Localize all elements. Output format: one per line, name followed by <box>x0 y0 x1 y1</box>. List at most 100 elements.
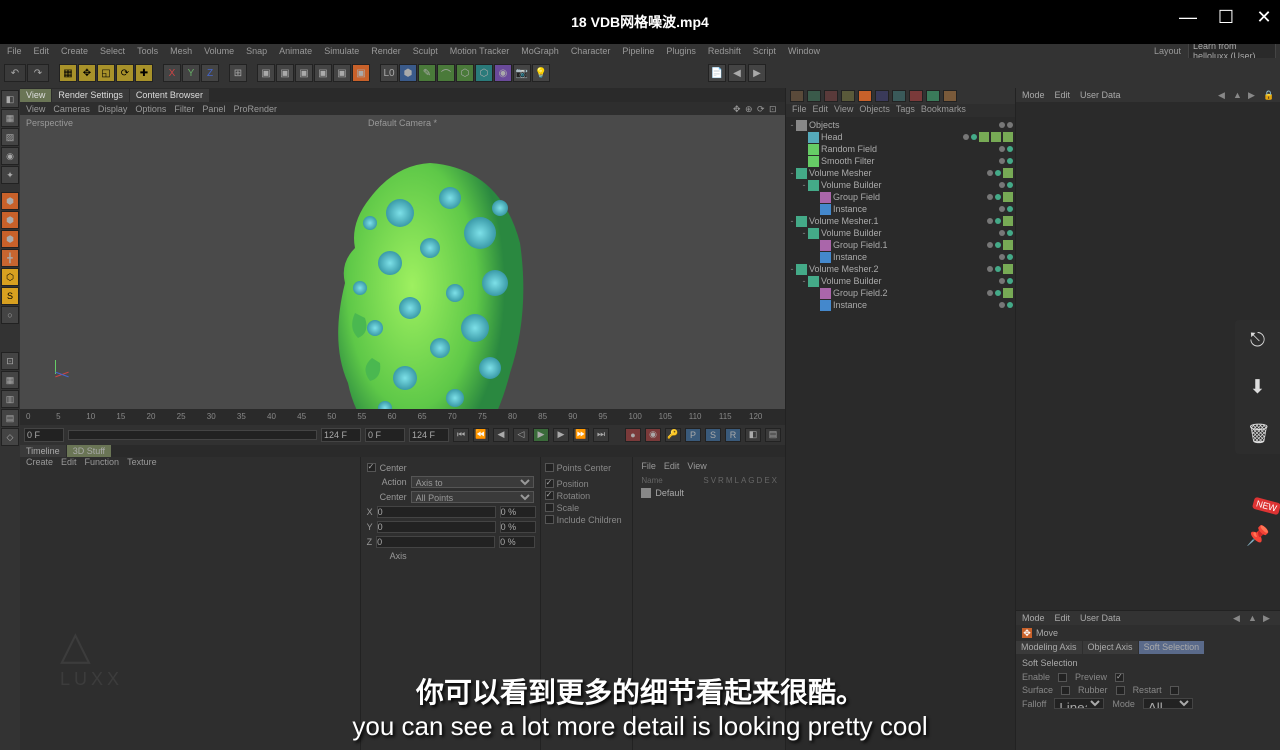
visibility-dot-icon[interactable] <box>995 290 1001 296</box>
object-mode-icon[interactable]: ◉ <box>1 147 19 165</box>
frame-start-input[interactable] <box>24 428 64 442</box>
object-name[interactable]: Volume Mesher <box>809 168 983 178</box>
menu-animate[interactable]: Animate <box>276 46 315 56</box>
scale-check[interactable] <box>545 503 554 512</box>
object-tag-icon[interactable] <box>991 132 1001 142</box>
render-active-icon[interactable]: ▣ <box>314 64 332 82</box>
timeline-ruler[interactable]: 0 5 10 15 20 25 30 35 40 45 50 55 60 65 … <box>20 409 785 425</box>
object-name[interactable]: Random Field <box>821 144 995 154</box>
z-pct[interactable] <box>499 536 535 548</box>
visibility-dot-icon[interactable] <box>999 182 1005 188</box>
play-forward-icon[interactable]: ▶ <box>533 428 549 442</box>
menu-volume[interactable]: Volume <box>201 46 237 56</box>
menu-simulate[interactable]: Simulate <box>321 46 362 56</box>
tree-toggle-icon[interactable]: - <box>800 276 808 286</box>
tree-row[interactable]: -Objects <box>788 119 1013 131</box>
object-name[interactable]: Volume Mesher.2 <box>809 264 983 274</box>
object-tag-icon[interactable] <box>1003 168 1013 178</box>
live-select-icon[interactable]: ▦ <box>59 64 77 82</box>
visibility-dot-icon[interactable] <box>1007 146 1013 152</box>
key-selection-icon[interactable]: 🔑 <box>665 428 681 442</box>
om-icon-4[interactable] <box>841 90 855 102</box>
axis-mode-icon[interactable]: ╋ <box>1 249 19 267</box>
om-icon-7[interactable] <box>892 90 906 102</box>
visibility-dot-icon[interactable] <box>1007 302 1013 308</box>
visibility-dot-icon[interactable] <box>987 194 993 200</box>
visibility-dot-icon[interactable] <box>963 134 969 140</box>
close-button[interactable]: ✕ <box>1254 10 1274 30</box>
cube-primitive-icon[interactable]: ⬢ <box>399 64 417 82</box>
visibility-dot-icon[interactable] <box>995 266 1001 272</box>
snap-guide-icon[interactable]: ▥ <box>1 390 19 408</box>
enable-check[interactable] <box>1058 673 1067 682</box>
include-check[interactable] <box>545 515 554 524</box>
texture-mode-icon[interactable]: ▦ <box>1 109 19 127</box>
falloff-dd[interactable]: Linear <box>1054 698 1104 709</box>
object-name[interactable]: Instance <box>833 252 995 262</box>
y-pct[interactable] <box>500 521 536 533</box>
tab-object-axis[interactable]: Object Axis <box>1083 641 1138 654</box>
menu-mograph[interactable]: MoGraph <box>518 46 562 56</box>
menu-file[interactable]: File <box>4 46 25 56</box>
om-icon-3[interactable] <box>824 90 838 102</box>
vp-menu-view[interactable]: View <box>26 104 45 114</box>
attr2-menu-mode[interactable]: Mode <box>1022 613 1045 623</box>
goto-end-icon[interactable]: ⏭ <box>593 428 609 442</box>
lr-menu-file[interactable]: File <box>641 461 656 474</box>
visibility-dot-icon[interactable] <box>1007 230 1013 236</box>
om-icon-5[interactable] <box>858 90 872 102</box>
tree-row[interactable]: -Volume Builder <box>788 179 1013 191</box>
attr-next-icon[interactable]: ▶ <box>1248 90 1259 100</box>
tree-toggle-icon[interactable]: - <box>800 228 808 238</box>
menu-script[interactable]: Script <box>750 46 779 56</box>
object-name[interactable]: Instance <box>833 300 995 310</box>
object-name[interactable]: Group Field.1 <box>833 240 983 250</box>
om-menu-file[interactable]: File <box>792 104 807 117</box>
next-doc-icon[interactable]: ▶ <box>748 64 766 82</box>
render-view-icon[interactable]: ▣ <box>257 64 275 82</box>
tweaks-icon[interactable]: ○ <box>1 306 19 324</box>
tree-row[interactable]: Group Field.1 <box>788 239 1013 251</box>
center-check[interactable] <box>367 463 376 472</box>
menu-sculpt[interactable]: Sculpt <box>410 46 441 56</box>
attr2-next-icon[interactable]: ▶ <box>1263 613 1274 623</box>
tree-row[interactable]: -Volume Mesher.1 <box>788 215 1013 227</box>
scale-tool-icon[interactable]: ◱ <box>97 64 115 82</box>
visibility-dot-icon[interactable] <box>995 242 1001 248</box>
visibility-dot-icon[interactable] <box>999 146 1005 152</box>
rotation-check[interactable] <box>545 491 554 500</box>
key-pla-icon[interactable]: ▤ <box>765 428 781 442</box>
light-icon[interactable]: 💡 <box>532 64 550 82</box>
object-name[interactable]: Volume Builder <box>821 180 995 190</box>
z-input[interactable] <box>376 536 495 548</box>
timeline-scrub[interactable] <box>68 430 317 440</box>
snap-grid-icon[interactable]: ▦ <box>1 371 19 389</box>
object-tag-icon[interactable] <box>1003 132 1013 142</box>
visibility-dot-icon[interactable] <box>1007 254 1013 260</box>
tree-toggle-icon[interactable]: - <box>788 216 796 226</box>
om-icon-9[interactable] <box>926 90 940 102</box>
om-icon-1[interactable] <box>790 90 804 102</box>
om-menu-objects[interactable]: Objects <box>859 104 890 117</box>
uv-polys-icon[interactable]: S <box>1 287 19 305</box>
autokey-icon[interactable]: ◉ <box>645 428 661 442</box>
tree-row[interactable]: -Volume Mesher.2 <box>788 263 1013 275</box>
spline-arc-icon[interactable]: ⌒ <box>437 64 455 82</box>
tab-view[interactable]: View <box>20 89 51 102</box>
attr-prev-icon[interactable]: ◀ <box>1218 90 1229 100</box>
menu-render[interactable]: Render <box>368 46 404 56</box>
lr-menu-view[interactable]: View <box>687 461 706 474</box>
points-mode-icon[interactable]: ⬢ <box>1 192 19 210</box>
model-mode-icon[interactable]: ◧ <box>1 90 19 108</box>
attr-lock-icon[interactable]: 🔒 <box>1263 90 1274 100</box>
visibility-dot-icon[interactable] <box>1007 158 1013 164</box>
edges-mode-icon[interactable]: ⬢ <box>1 211 19 229</box>
coord-system-icon[interactable]: ⊞ <box>229 64 247 82</box>
om-menu-tags[interactable]: Tags <box>896 104 915 117</box>
attr-menu-userdata[interactable]: User Data <box>1080 90 1121 100</box>
menu-tools[interactable]: Tools <box>134 46 161 56</box>
center-dropdown[interactable]: All Points <box>411 491 534 503</box>
delete-icon[interactable]: 🗑 <box>1247 422 1269 444</box>
prev-frame-icon[interactable]: ◀ <box>493 428 509 442</box>
tab-soft-selection[interactable]: Soft Selection <box>1139 641 1205 654</box>
